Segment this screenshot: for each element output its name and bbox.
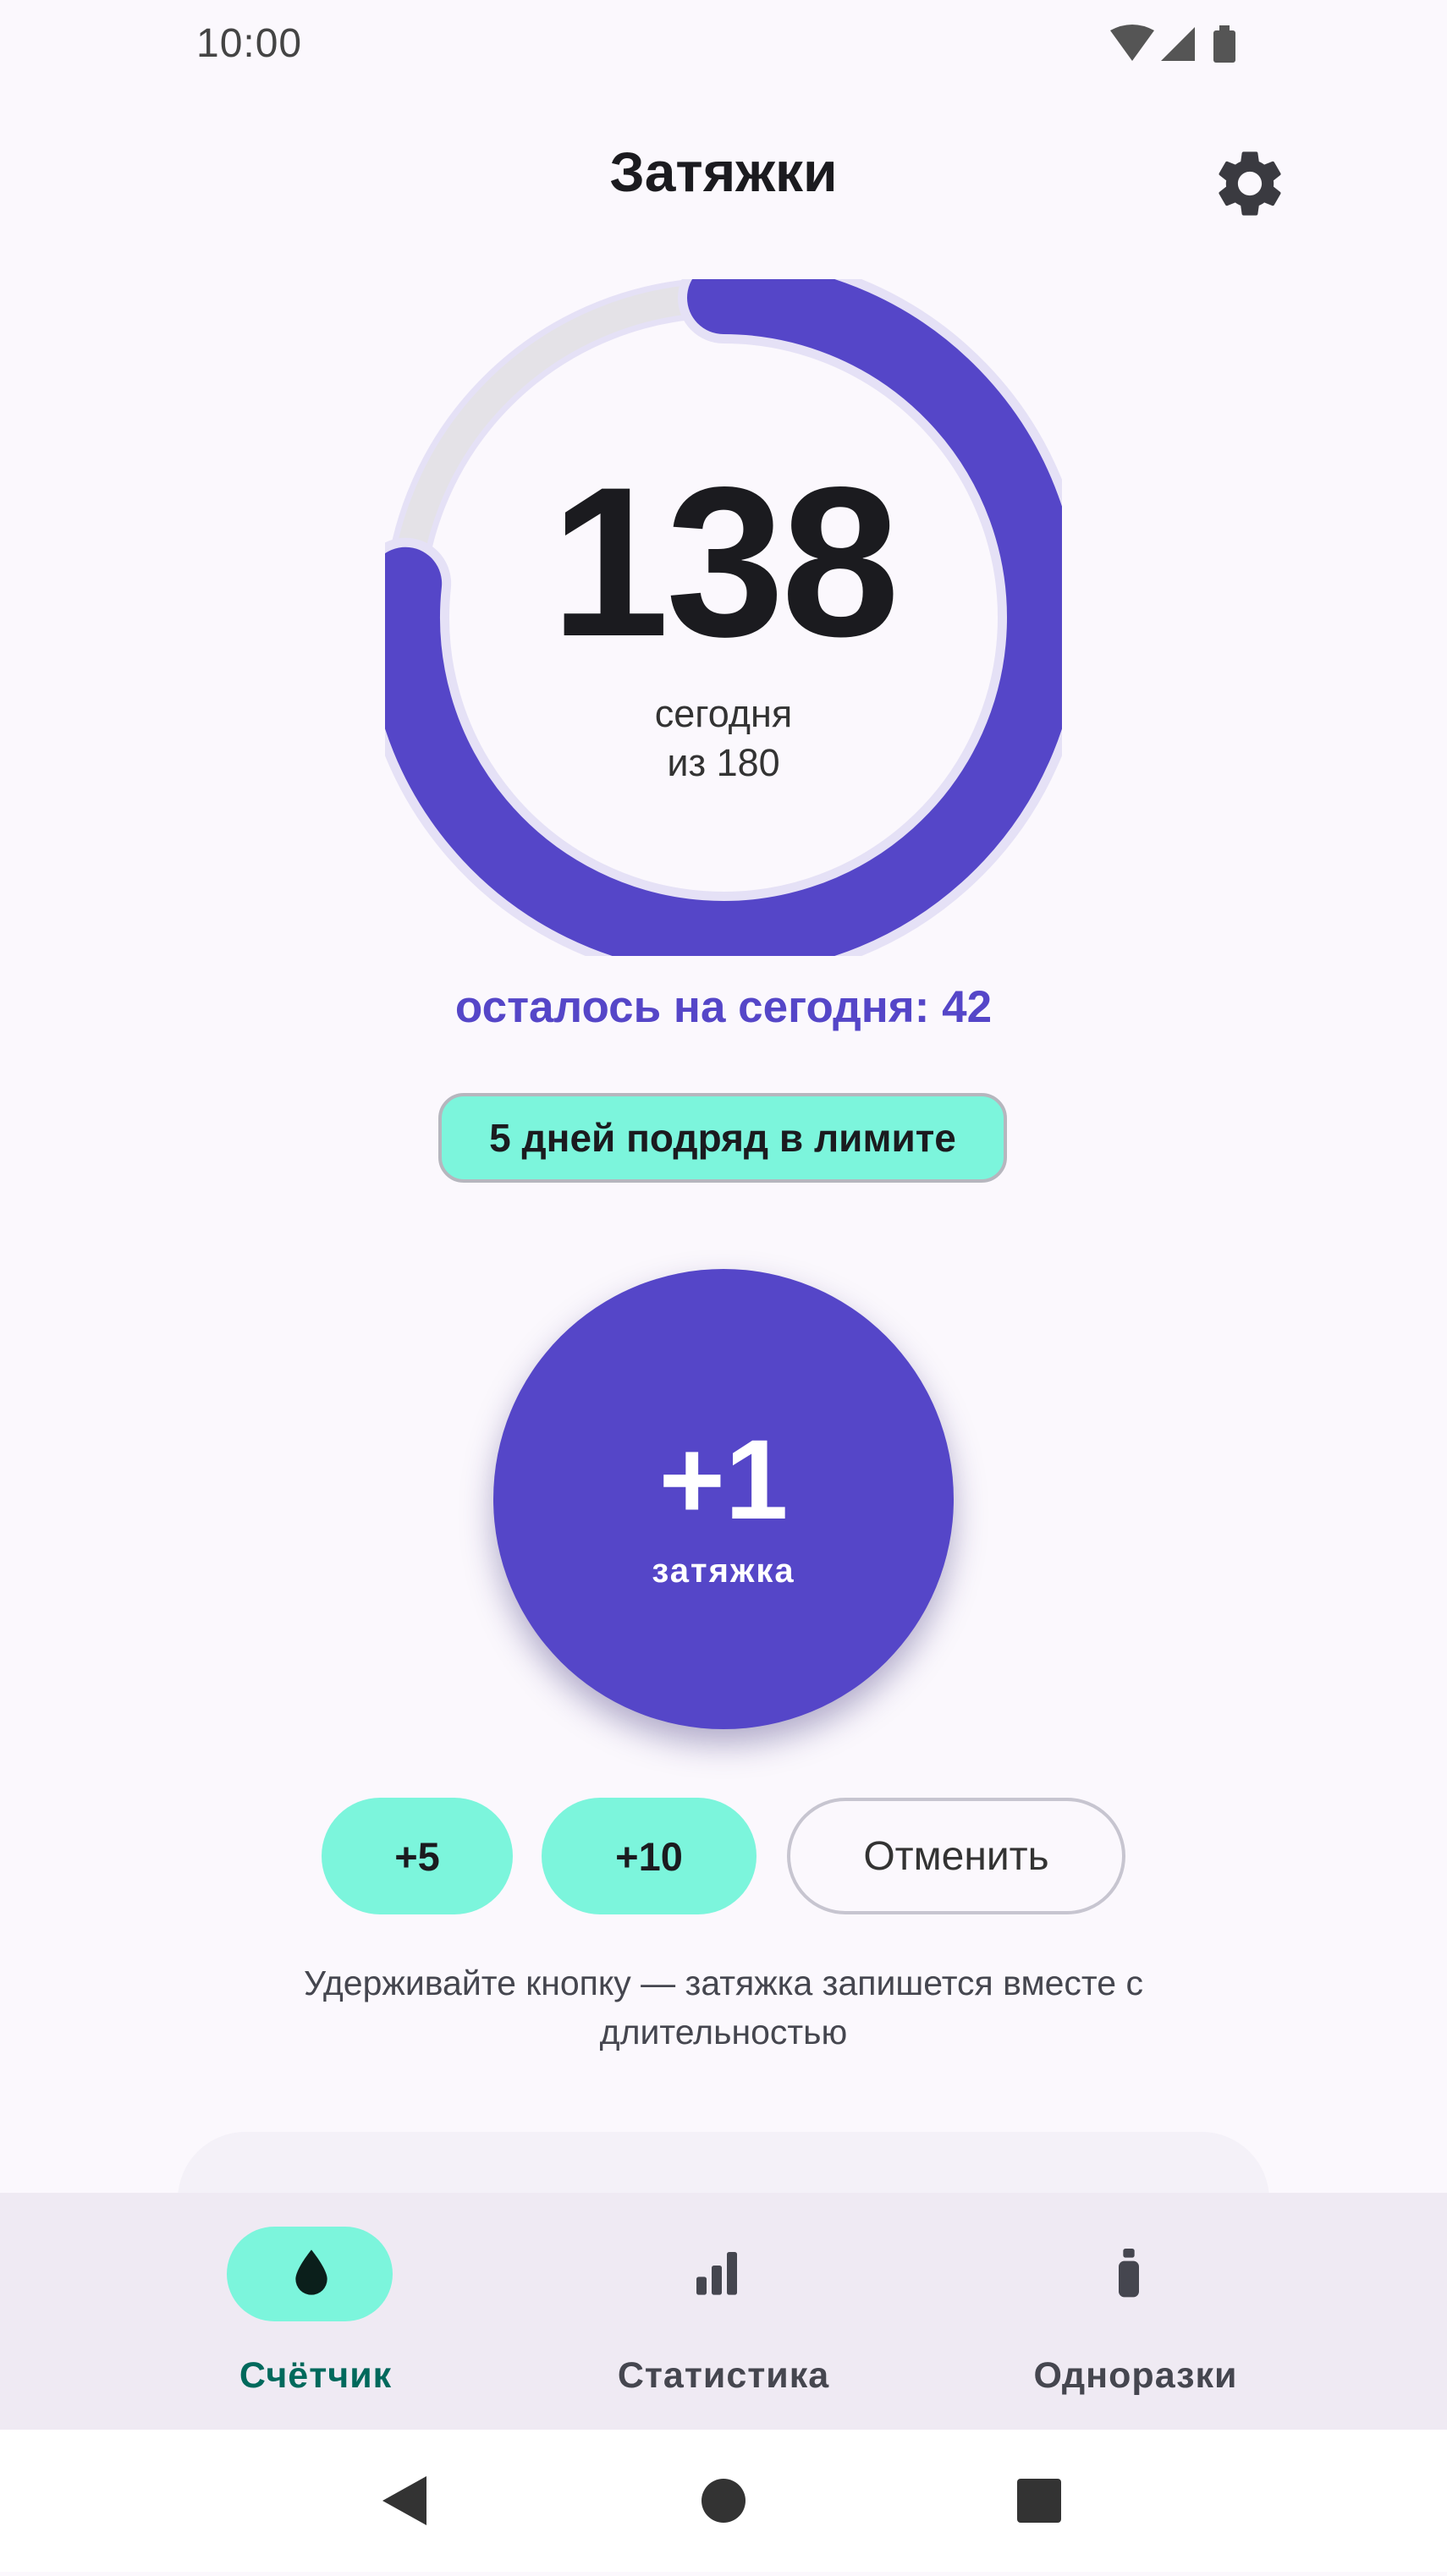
status-time: 10:00: [196, 21, 303, 66]
nav-item-statistics[interactable]: Статистика: [512, 2193, 935, 2430]
vape-icon: [1119, 2249, 1139, 2298]
remaining-today-text: осталось на сегодня: 42: [454, 982, 993, 1032]
hold-hint-text: Удерживайте кнопку — затяжка запишется в…: [304, 1964, 1143, 2051]
count-value: 138: [550, 443, 900, 681]
bottom-navigation: Счётчик Статистика Одноразки: [0, 2193, 1447, 2430]
nav-label-counter: Счётчик: [239, 2355, 393, 2396]
nav-item-disposables[interactable]: Одноразки: [924, 2193, 1347, 2430]
system-home-button[interactable]: [673, 2430, 774, 2572]
streak-label: 5 дней подряд в лимите: [489, 1116, 956, 1160]
back-triangle-icon: [382, 2476, 426, 2525]
system-navigation-bar: [0, 2430, 1447, 2572]
home-circle-icon: [701, 2479, 746, 2523]
streak-chip: 5 дней подряд в лимите: [438, 1093, 1007, 1183]
system-back-button[interactable]: [355, 2430, 457, 2572]
gear-icon: [1219, 151, 1281, 216]
nav-label-disposables: Одноразки: [1033, 2355, 1238, 2396]
wifi-icon: [1110, 25, 1154, 61]
bar-chart-icon: [696, 2252, 737, 2295]
add-ten-button[interactable]: +10: [542, 1798, 757, 1914]
status-icons: [1110, 25, 1235, 63]
today-label: сегодня: [654, 692, 793, 735]
add-five-button[interactable]: +5: [322, 1798, 513, 1914]
limit-label: из 180: [667, 741, 780, 784]
battery-icon: [1213, 25, 1235, 63]
settings-button[interactable]: [1210, 144, 1290, 223]
system-recents-button[interactable]: [988, 2430, 1090, 2572]
recents-square-icon: [1017, 2479, 1061, 2523]
undo-button[interactable]: Отменить: [787, 1798, 1125, 1914]
add-one-sublabel[interactable]: затяжка: [493, 1552, 954, 1590]
add-one-label[interactable]: +1: [493, 1424, 954, 1537]
nav-label-statistics: Статистика: [617, 2355, 830, 2396]
nav-item-counter[interactable]: Счётчик: [104, 2193, 527, 2430]
drop-icon: [295, 2249, 327, 2295]
signal-icon: [1161, 27, 1195, 61]
